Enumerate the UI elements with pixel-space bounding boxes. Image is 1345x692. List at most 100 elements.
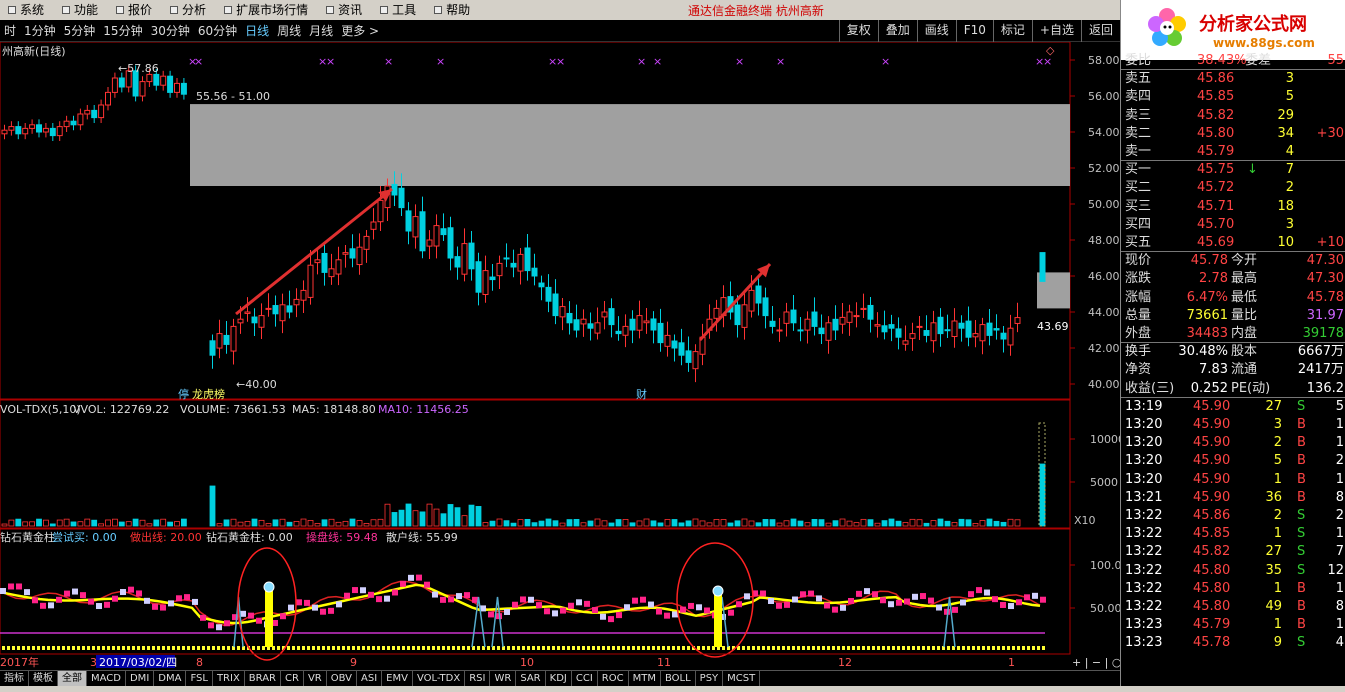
volume-bar: [846, 520, 853, 527]
indicator-square: [440, 596, 446, 603]
quote-row: 13:20 45.90 5 B 2: [1121, 451, 1345, 470]
menu-item[interactable]: 报价: [108, 0, 162, 20]
indicator-square: [56, 596, 62, 603]
indicator-tab[interactable]: KDJ: [546, 671, 572, 686]
toolbar-button[interactable]: 叠加: [877, 20, 917, 42]
toolbar-button[interactable]: 画线: [916, 20, 956, 42]
indicator-base-dot: [992, 646, 995, 650]
indicator-base-dot: [702, 646, 705, 650]
menu-item[interactable]: 帮助: [426, 0, 480, 20]
indicator-tab[interactable]: VR: [304, 671, 327, 686]
ask-volume: 29: [1277, 107, 1294, 123]
volume-tick-label: 5000: [1090, 476, 1118, 489]
chart-area[interactable]: 58.00 56.00 54.00 52.00 50.00 48.00 46.00 44.00…: [0, 42, 1120, 670]
tick-time: 13:23: [1125, 617, 1163, 633]
tick-time: 13:20: [1125, 471, 1163, 487]
quote-row: 13:20 45.90 2 B 1: [1121, 433, 1345, 452]
menu-item[interactable]: 系统: [0, 0, 54, 20]
indicator-tab[interactable]: CCI: [572, 671, 598, 686]
indicator-tab[interactable]: MCST: [723, 671, 761, 686]
tick-count: 5: [1335, 398, 1344, 414]
indicator-square: [336, 601, 342, 608]
indicator-square: [256, 617, 262, 624]
indicator-square: [968, 591, 974, 598]
indicator-tab[interactable]: DMI: [126, 671, 155, 686]
indicator-base-dot: [567, 646, 570, 650]
indicator-tab[interactable]: BRAR: [245, 671, 281, 686]
period-button[interactable]: 周线: [273, 22, 305, 39]
period-button[interactable]: 5分钟: [60, 22, 100, 39]
indicator-tab[interactable]: 指标: [0, 671, 29, 686]
volume-bar: [1039, 463, 1046, 527]
event-marker: ×: [436, 55, 445, 68]
candle-body: [804, 318, 811, 331]
indicator-tab[interactable]: OBV: [327, 671, 357, 686]
indicator-tab[interactable]: CR: [281, 671, 304, 686]
indicator-tab[interactable]: FSL: [186, 671, 213, 686]
stat-label: 收益(三): [1125, 380, 1175, 396]
indicator-tab[interactable]: BOLL: [661, 671, 696, 686]
tick-time: 13:22: [1125, 508, 1163, 523]
indicator-base-dot: [782, 646, 785, 650]
period-button[interactable]: 15分钟: [99, 22, 146, 39]
tick-price: 45.80: [1193, 562, 1231, 578]
zoom-controls[interactable]: + | − | ○: [1072, 656, 1120, 669]
toolbar-button[interactable]: 返回: [1080, 20, 1120, 42]
tick-side: B: [1297, 453, 1306, 469]
indicator-tab[interactable]: SAR: [516, 671, 546, 686]
toolbar-button[interactable]: 复权: [838, 20, 878, 42]
price-panel-frame: [0, 42, 1071, 400]
menu-item[interactable]: 工具: [372, 0, 426, 20]
indicator-base-dot: [402, 646, 405, 650]
high-price-label: ←57.86: [118, 62, 159, 75]
candle-body: [783, 311, 790, 324]
period-button[interactable]: 月线: [305, 22, 337, 39]
indicator-tab[interactable]: MTM: [629, 671, 661, 686]
menu-item[interactable]: 资讯: [318, 0, 372, 20]
indicator-tab[interactable]: TRIX: [213, 671, 245, 686]
indicator-tab[interactable]: EMV: [382, 671, 413, 686]
indicator-tab[interactable]: PSY: [696, 671, 724, 686]
period-button[interactable]: 1分钟: [20, 22, 60, 39]
menu-item[interactable]: 扩展市场行情: [216, 0, 318, 20]
indicator-base-dot: [542, 646, 545, 650]
period-button[interactable]: 60分钟: [194, 22, 241, 39]
indicator-tab[interactable]: MACD: [87, 671, 126, 686]
period-button[interactable]: 30分钟: [147, 22, 194, 39]
toolbar-button[interactable]: 标记: [992, 20, 1032, 42]
menu-item[interactable]: 功能: [54, 0, 108, 20]
indicator-tab[interactable]: DMA: [154, 671, 187, 686]
indicator-square: [384, 595, 390, 602]
volume-bar: [384, 503, 391, 527]
period-button[interactable]: 更多 >: [337, 22, 383, 39]
candle-body: [146, 73, 153, 83]
toolbar-button[interactable]: F10: [955, 20, 993, 42]
indicator-tab[interactable]: VOL-TDX: [413, 671, 466, 686]
kline-chart[interactable]: 58.00 56.00 54.00 52.00 50.00 48.00 46.00 44.00…: [0, 42, 1120, 670]
candle-body: [216, 333, 223, 349]
period-bar: 时 1分钟 5分钟 15分钟 30分钟 60分钟 日线 周线 月线 更多 > 复权 叠加 画线 F10…: [0, 20, 1120, 42]
volume-bar: [293, 521, 300, 527]
volume-bar: [433, 508, 440, 527]
indicator-base-dot: [522, 646, 525, 650]
indicator-square: [504, 608, 510, 615]
volume-bar: [930, 520, 937, 527]
indicator-base-dot: [1037, 646, 1040, 650]
indicator-tab[interactable]: RSI: [465, 671, 491, 686]
volume-bar: [160, 518, 167, 527]
period-prev[interactable]: 时: [0, 22, 20, 39]
indicator-base-dot: [652, 646, 655, 650]
indicator-tab[interactable]: 模板: [29, 671, 58, 686]
indicator-tab[interactable]: WR: [490, 671, 517, 686]
indicator-tab[interactable]: 全部: [58, 671, 87, 686]
candle-body: [328, 268, 335, 278]
indicator-tab[interactable]: ASI: [357, 671, 383, 686]
indicator-tab[interactable]: ROC: [598, 671, 629, 686]
indicator-base-dot: [317, 646, 320, 650]
quote-row: 卖一 45.79 4: [1121, 142, 1345, 161]
volume-bar: [223, 519, 230, 527]
toolbar-button[interactable]: +自选: [1031, 20, 1081, 42]
period-button[interactable]: 日线: [241, 22, 273, 39]
quote-row: 13:20 45.90 1 B 1: [1121, 470, 1345, 489]
menu-item[interactable]: 分析: [162, 0, 216, 20]
